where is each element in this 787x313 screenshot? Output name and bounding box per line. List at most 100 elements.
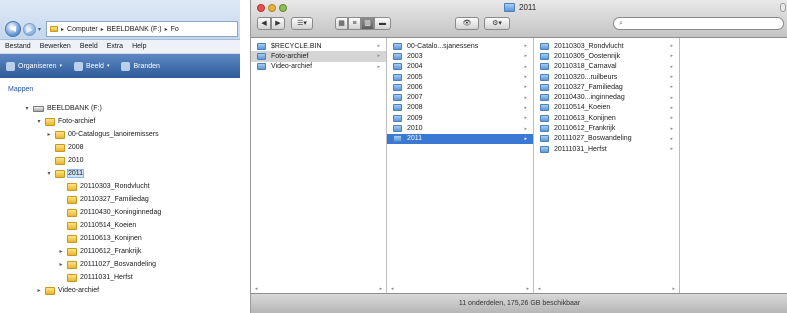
column-scrollbar[interactable]: ◂ ▸ — [387, 286, 533, 293]
tree-item[interactable]: ▸ Video-archief — [0, 284, 240, 297]
chevron-down-icon[interactable]: ▾ — [36, 118, 42, 125]
cover-flow-button[interactable]: ▬ — [374, 17, 391, 30]
finder-list-item[interactable]: 2005 ▸ — [387, 72, 533, 82]
tree-item[interactable]: 20110514_Koeien — [0, 219, 240, 232]
search-field[interactable]: ⌕ — [613, 17, 784, 30]
zoom-window-button[interactable] — [279, 4, 287, 12]
finder-column-3[interactable]: 20110303_Rondvlucht ▸ 20110305_Oostenrijk ▸… — [534, 38, 680, 293]
organize-button[interactable]: Organiseren ▾ — [6, 61, 63, 71]
chevron-down-icon[interactable]: ▾ — [46, 170, 52, 177]
window-title: 2011 — [504, 3, 536, 12]
disclosure-arrow-icon: ▸ — [524, 43, 527, 50]
chevron-right-icon[interactable]: ▸ — [36, 287, 42, 294]
chevron-right-icon[interactable]: ▸ — [58, 248, 64, 255]
minimize-window-button[interactable] — [268, 4, 276, 12]
finder-list-item[interactable]: 20110514_Koeien ▸ — [534, 103, 679, 113]
menu-help[interactable]: Help — [132, 43, 146, 50]
breadcrumb-drive[interactable]: BEELDBANK (F:) — [107, 26, 162, 33]
toolbar-toggle-button[interactable] — [780, 3, 786, 12]
tree-item[interactable]: ▾ Foto-archief — [0, 115, 240, 128]
disclosure-arrow-icon: ▸ — [524, 84, 527, 91]
tree-item[interactable]: 2008 — [0, 141, 240, 154]
finder-list-item[interactable]: 20110613_Konijnen ▸ — [534, 113, 679, 123]
finder-list-item[interactable]: 2006 ▸ — [387, 82, 533, 92]
tree-item[interactable]: 20110303_Rondvlucht — [0, 180, 240, 193]
menu-bar: Bestand Bewerken Beeld Extra Help — [0, 40, 240, 54]
finder-list-item[interactable]: Foto-archief ▸ — [251, 51, 386, 62]
column-view-button[interactable]: ▥ — [361, 17, 374, 30]
forward-button[interactable]: ▶ — [271, 17, 285, 30]
menu-bewerken[interactable]: Bewerken — [40, 43, 71, 50]
folder-icon — [393, 52, 402, 60]
finder-list-item[interactable]: 20110430...inginnedag ▸ — [534, 92, 679, 102]
finder-list-item[interactable]: 2004 ▸ — [387, 62, 533, 72]
tree-item[interactable]: ▸ 00-Catalogus_lanoiremissers — [0, 128, 240, 141]
finder-list-item[interactable]: 2009 ▸ — [387, 113, 533, 123]
folder-icon — [540, 63, 549, 71]
tree-item[interactable]: ▸ 20111027_Bosvandeling — [0, 258, 240, 271]
finder-column-4[interactable] — [680, 38, 787, 293]
finder-column-1[interactable]: $RECYCLE.BIN ▸ Foto-archief ▸ Video-archief ▸… — [251, 38, 387, 293]
finder-column-2[interactable]: 00-Catalo...sjanessens ▸ 2003 ▸ 2004 ▸ 2005 ▸ 20… — [387, 38, 534, 293]
chevron-right-icon[interactable]: ▸ — [46, 131, 52, 138]
finder-list-item[interactable]: 20110327_Familiedag ▸ — [534, 82, 679, 92]
menu-beeld[interactable]: Beeld — [80, 43, 98, 50]
finder-list-item[interactable]: 20110318_Carnaval ▸ — [534, 62, 679, 72]
tree-item[interactable]: 20110327_Familiedag — [0, 193, 240, 206]
menu-bestand[interactable]: Bestand — [5, 43, 31, 50]
finder-list-item[interactable]: 20110320...ruilbeurs ▸ — [534, 72, 679, 82]
chevron-right-icon[interactable]: ▸ — [58, 261, 64, 268]
back-button[interactable]: ◀ — [257, 17, 271, 30]
action-menu-button[interactable]: ⚙▾ — [484, 17, 510, 30]
tree-item[interactable]: 20110430_Koninginnedag — [0, 206, 240, 219]
finder-list-item[interactable]: 2008 ▸ — [387, 103, 533, 113]
folder-icon — [540, 135, 549, 143]
tree-item[interactable]: ▾ 2011 — [0, 167, 240, 180]
tree-item[interactable]: 2010 — [0, 154, 240, 167]
list-view-button[interactable]: ≡ — [348, 17, 361, 30]
tree-item-label: 00-Catalogus_lanoiremissers — [68, 131, 159, 138]
finder-list-item[interactable]: 20110303_Rondvlucht ▸ — [534, 41, 679, 51]
forward-button[interactable]: ▶ — [23, 23, 36, 36]
view-button[interactable]: Beeld ▾ — [74, 61, 109, 71]
finder-list-item[interactable]: 20110305_Oostenrijk ▸ — [534, 51, 679, 61]
finder-list-item[interactable]: 20110612_Frankrijk ▸ — [534, 123, 679, 133]
disclosure-arrow-icon: ▸ — [670, 84, 673, 91]
finder-list-item[interactable]: 00-Catalo...sjanessens ▸ — [387, 41, 533, 51]
history-dropdown-icon[interactable]: ▾ — [38, 26, 41, 33]
tree-item[interactable]: ▾ BEELDBANK (F:) — [0, 102, 240, 115]
tree-item-label: 20110430_Koninginnedag — [80, 209, 162, 216]
finder-list-item[interactable]: 20111031_Herfst ▸ — [534, 144, 679, 154]
finder-list-item[interactable]: 2003 ▸ — [387, 51, 533, 61]
menu-extra[interactable]: Extra — [107, 43, 123, 50]
burn-button[interactable]: Branden — [121, 61, 160, 71]
finder-list-item[interactable]: 2007 ▸ — [387, 92, 533, 102]
finder-item-label: 2005 — [407, 73, 423, 81]
folder-icon — [50, 26, 58, 32]
quick-look-button[interactable]: 👁 — [455, 17, 479, 30]
finder-list-item[interactable]: 20111027_Boswandeling ▸ — [534, 134, 679, 144]
close-window-button[interactable] — [257, 4, 265, 12]
tree-item[interactable]: 20111031_Herfst — [0, 271, 240, 284]
folder-icon — [67, 221, 77, 230]
column-scrollbar[interactable]: ◂ ▸ — [251, 286, 386, 293]
folder-icon — [540, 104, 549, 112]
tree-item-label: Video-archief — [58, 287, 100, 294]
breadcrumb-computer[interactable]: Computer — [67, 26, 98, 33]
chevron-down-icon[interactable]: ▾ — [24, 105, 30, 112]
tree-item[interactable]: ▸ 20110612_Frankrijk — [0, 245, 240, 258]
breadcrumb-folder[interactable]: Fo — [171, 26, 179, 33]
column-scrollbar[interactable]: ◂ ▸ — [534, 286, 679, 293]
finder-list-item[interactable]: $RECYCLE.BIN ▸ — [251, 41, 386, 51]
chevron-down-icon: ▾ — [59, 63, 63, 69]
finder-list-item[interactable]: 2011 ▸ — [387, 133, 533, 144]
folder-icon — [67, 234, 77, 243]
path-button[interactable]: ☰▾ — [291, 17, 313, 30]
finder-list-item[interactable]: Video-archief ▸ — [251, 62, 386, 72]
command-toolbar: Organiseren ▾ Beeld ▾ Branden — [0, 54, 240, 78]
address-bar[interactable]: ▸ Computer ▸ BEELDBANK (F:) ▸ Fo — [46, 21, 238, 37]
tree-item[interactable]: 20110613_Konijnen — [0, 232, 240, 245]
finder-list-item[interactable]: 2010 ▸ — [387, 123, 533, 133]
icon-view-button[interactable]: ▦ — [335, 17, 348, 30]
back-button[interactable]: ◀ — [5, 21, 21, 37]
